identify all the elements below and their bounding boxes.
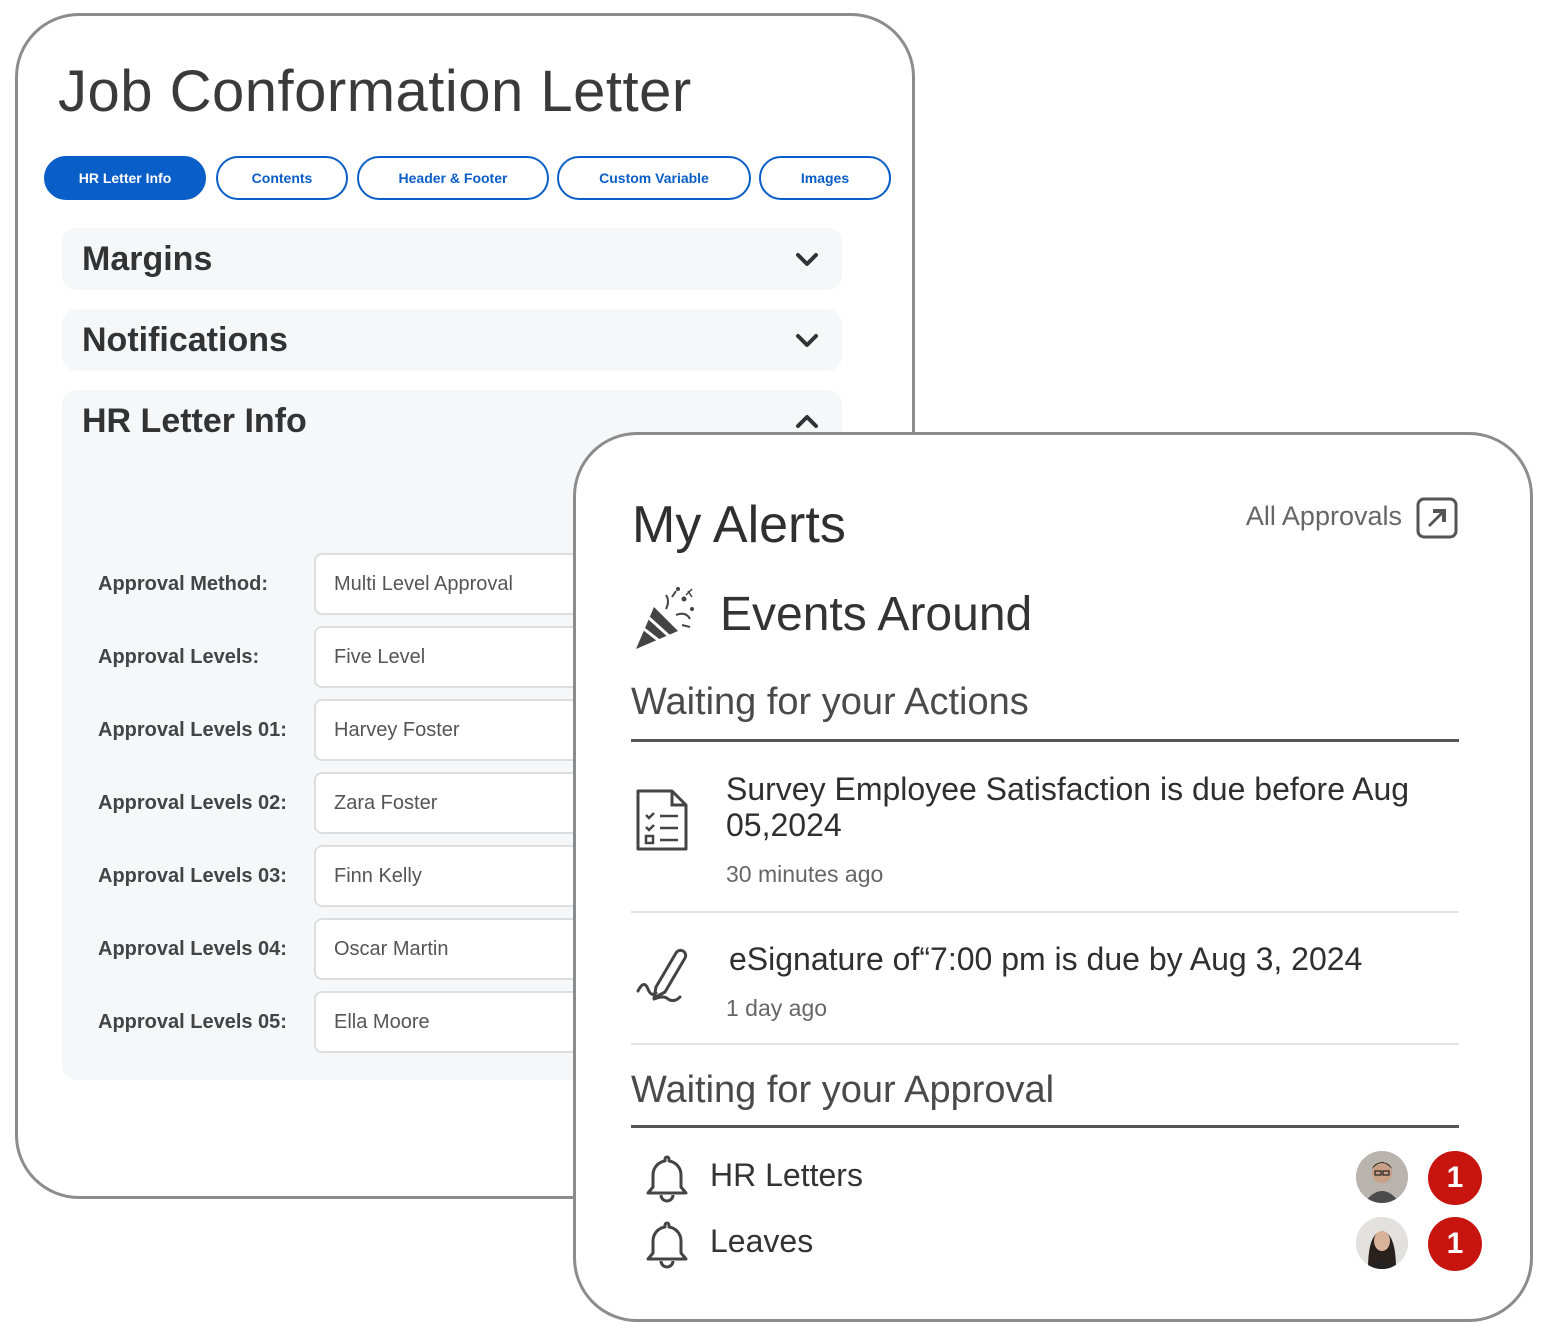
avatar	[1356, 1217, 1408, 1269]
actions-heading: Waiting for your Actions	[631, 681, 1029, 723]
tab-header-footer[interactable]: Header & Footer	[357, 156, 549, 200]
bell-icon	[646, 1155, 688, 1203]
approval-level-03-label: Approval Levels 03:	[98, 865, 287, 887]
section-divider	[631, 739, 1459, 742]
approval-levels-label: Approval Levels:	[98, 646, 260, 668]
item-divider	[631, 911, 1459, 913]
chevron-down-icon[interactable]	[794, 327, 820, 353]
approval-level-04-label: Approval Levels 04:	[98, 938, 287, 960]
alert-text[interactable]: eSignature of“7:00 pm is due by Aug 3, 2…	[729, 941, 1459, 977]
approval-level-05-label: Approval Levels 05:	[98, 1011, 287, 1033]
alerts-title: My Alerts	[632, 496, 846, 554]
tab-hr-letter-info[interactable]: HR Letter Info	[44, 156, 206, 200]
checklist-document-icon	[636, 789, 688, 851]
approval-item-label[interactable]: Leaves	[710, 1223, 813, 1260]
accordion-title: Notifications	[82, 321, 288, 359]
approval-method-label: Approval Method:	[98, 573, 268, 595]
approval-level-02-label: Approval Levels 02:	[98, 792, 287, 814]
approval-heading: Waiting for your Approval	[631, 1069, 1055, 1111]
events-around-title: Events Around	[720, 588, 1033, 641]
page-title: Job Conformation Letter	[58, 59, 692, 124]
signature-pen-icon	[636, 948, 688, 1003]
count-badge: 1	[1428, 1151, 1482, 1205]
alert-time: 1 day ago	[726, 995, 828, 1021]
tab-contents[interactable]: Contents	[216, 156, 348, 200]
all-approvals-link[interactable]: All Approvals	[1246, 501, 1402, 532]
party-popper-icon	[636, 587, 694, 649]
bell-icon	[646, 1221, 688, 1269]
approval-level-01-label: Approval Levels 01:	[98, 719, 287, 741]
accordion-title: Margins	[82, 240, 213, 278]
tab-images[interactable]: Images	[759, 156, 891, 200]
count-badge: 1	[1428, 1217, 1482, 1271]
chevron-down-icon[interactable]	[794, 246, 820, 272]
avatar	[1356, 1151, 1408, 1203]
tab-custom-variable[interactable]: Custom Variable	[557, 156, 751, 200]
approval-item-label[interactable]: HR Letters	[710, 1157, 863, 1194]
external-link-icon[interactable]	[1416, 497, 1458, 539]
accordion-title: HR Letter Info	[82, 402, 307, 440]
alert-text[interactable]: Survey Employee Satisfaction is due befo…	[726, 771, 1456, 843]
accordion-margins[interactable]: Margins	[62, 228, 842, 290]
my-alerts-card: My Alerts All Approvals Events Around Wa…	[573, 432, 1533, 1322]
alert-time: 30 minutes ago	[726, 861, 884, 887]
accordion-notifications[interactable]: Notifications	[62, 309, 842, 371]
section-divider	[631, 1125, 1459, 1128]
chevron-up-icon[interactable]	[794, 408, 820, 434]
item-divider	[631, 1043, 1459, 1045]
